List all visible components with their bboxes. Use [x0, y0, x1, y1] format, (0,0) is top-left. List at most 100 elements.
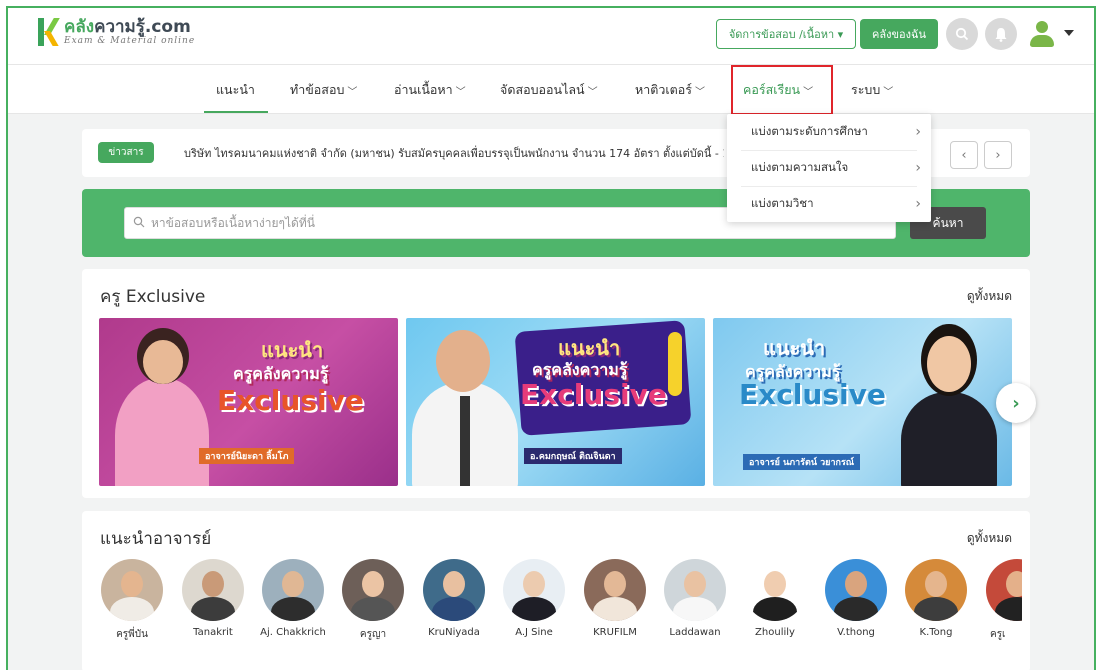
- teacher-card[interactable]: Laddawan: [662, 559, 728, 638]
- dropdown-item-by-subject[interactable]: แบ่งตามวิชา ›: [727, 186, 931, 222]
- teacher-card[interactable]: V.thong: [823, 559, 889, 638]
- banner-teacher-name: อาจารย์นิยะดา ลิ้มโภ: [199, 448, 295, 464]
- dropdown-item-by-interest[interactable]: แบ่งตามความสนใจ ›: [727, 150, 931, 186]
- exclusive-banner-2[interactable]: แนะนำ ครูคลังความรู้ Exclusive อ.คมกฤษณ์…: [406, 318, 705, 486]
- nav-label: จัดสอบออนไลน์: [500, 82, 585, 97]
- manage-exam-content-button[interactable]: จัดการข้อสอบ /เนื้อหา ▾: [716, 19, 856, 49]
- teacher-name: K.Tong: [919, 627, 953, 638]
- nav-item-find-tutor[interactable]: หาติวเตอร์ ﹀: [635, 65, 705, 115]
- exclusive-banner-1[interactable]: แนะนำ ครูคลังความรู้ Exclusive อาจารย์นิ…: [99, 318, 398, 486]
- teacher-card[interactable]: A.J Sine: [501, 559, 567, 638]
- teacher-name: Tanakrit: [193, 627, 233, 638]
- courses-dropdown-menu: แบ่งตามระดับการศึกษา › แบ่งตามความสนใจ › แ…: [727, 114, 931, 222]
- teacher-card[interactable]: ครูเ: [982, 559, 1022, 642]
- app-frame: คลังความรู้.com Exam & Material online จ…: [6, 6, 1096, 670]
- dropdown-item-by-education-level[interactable]: แบ่งตามระดับการศึกษา ›: [727, 114, 931, 150]
- chevron-right-icon: ›: [915, 160, 921, 176]
- nav-label: อ่านเนื้อหา: [394, 82, 453, 97]
- teacher-name: Laddawan: [669, 627, 721, 638]
- logo-tagline: Exam & Material online: [64, 36, 196, 46]
- teacher-card[interactable]: KruNiyada: [421, 559, 487, 638]
- user-menu-caret-icon[interactable]: [1064, 30, 1074, 36]
- teacher-avatar: [503, 559, 565, 621]
- teacher-avatar: [905, 559, 967, 621]
- my-store-button[interactable]: คลังของฉัน: [860, 19, 938, 49]
- teacher-name: A.J Sine: [515, 627, 553, 638]
- chevron-down-icon: ﹀: [347, 86, 358, 98]
- chevron-right-icon: ›: [915, 124, 921, 140]
- banner-line3: Exclusive: [217, 384, 364, 417]
- news-headline[interactable]: บริษัท ไทรคมนาคมแห่งชาติ จำกัด (มหาชน) ร…: [184, 129, 724, 177]
- teacher-card[interactable]: ครูญา: [340, 559, 406, 642]
- teacher-avatar: [262, 559, 324, 621]
- see-all-link[interactable]: ดูทั้งหมด: [967, 287, 1012, 306]
- carousel-next-button[interactable]: ›: [996, 383, 1036, 423]
- teacher-card[interactable]: Aj. Chakkrich: [260, 559, 326, 638]
- site-logo[interactable]: คลังความรู้.com Exam & Material online: [38, 18, 195, 46]
- teacher-card[interactable]: K.Tong: [903, 559, 969, 638]
- logo-accent-text: คลัง: [64, 17, 95, 37]
- section-title: แนะนำอาจารย์: [100, 529, 212, 549]
- teacher-avatar: [584, 559, 646, 621]
- teacher-photo: [115, 378, 209, 486]
- dropdown-item-label: แบ่งตามระดับการศึกษา: [751, 124, 868, 138]
- nav-label: แนะนำ: [216, 82, 255, 97]
- nav-item-recommend[interactable]: แนะนำ: [216, 65, 255, 115]
- news-badge: ข่าวสาร: [98, 142, 154, 163]
- news-prev-button[interactable]: ‹: [950, 141, 978, 169]
- chevron-down-icon: ﹀: [883, 86, 894, 98]
- teacher-name: Zhoulily: [755, 627, 795, 638]
- teacher-name: V.thong: [837, 627, 875, 638]
- search-placeholder: หาข้อสอบหรือเนื้อหาง่ายๆได้ที่นี่: [151, 215, 315, 230]
- nav-item-online-exam[interactable]: จัดสอบออนไลน์ ﹀: [500, 65, 598, 115]
- teacher-avatar: [664, 559, 726, 621]
- nav-label: ระบบ: [851, 82, 881, 97]
- teacher-avatar: [182, 559, 244, 621]
- banner-line3: Exclusive: [739, 378, 886, 411]
- news-next-button[interactable]: ›: [984, 141, 1012, 169]
- courses-highlight-box: [731, 65, 833, 115]
- exclusive-banner-3[interactable]: แนะนำ ครูคลังความรู้ Exclusive อาจารย์ น…: [713, 318, 1012, 486]
- banner-line3: Exclusive: [520, 378, 667, 411]
- teacher-name: ครูเ: [990, 629, 1006, 640]
- search-icon[interactable]: [946, 18, 978, 50]
- teacher-name: KRUFILM: [593, 627, 637, 638]
- teacher-card[interactable]: ครูพี่บัน: [99, 559, 165, 642]
- logo-main-text: ความรู้.com: [94, 17, 191, 37]
- logo-k-icon: [38, 18, 60, 46]
- nav-active-indicator: [204, 111, 268, 113]
- exclusive-section: ครู Exclusive ดูทั้งหมด แนะนำ ครูคลังควา…: [82, 269, 1036, 498]
- user-avatar-icon[interactable]: [1026, 18, 1058, 50]
- teacher-avatar: [825, 559, 887, 621]
- teacher-card[interactable]: Zhoulily: [742, 559, 808, 638]
- teacher-name: ครูญา: [359, 629, 387, 640]
- teacher-avatar: [423, 559, 485, 621]
- dropdown-item-label: แบ่งตามความสนใจ: [751, 160, 849, 174]
- chevron-down-icon: ﹀: [455, 86, 466, 98]
- top-bar: คลังความรู้.com Exam & Material online จ…: [8, 8, 1094, 64]
- teacher-avatar: [101, 559, 163, 621]
- dropdown-item-label: แบ่งตามวิชา: [751, 196, 814, 210]
- teacher-name: KruNiyada: [428, 627, 480, 638]
- section-title: ครู Exclusive: [100, 287, 206, 307]
- teachers-section: แนะนำอาจารย์ ดูทั้งหมด ครูพี่บัน Tanakri…: [82, 511, 1030, 670]
- see-all-link[interactable]: ดูทั้งหมด: [967, 529, 1012, 548]
- chevron-right-icon: ›: [915, 196, 921, 212]
- banner-teacher-name: อ.คมกฤษณ์ ติณจินดา: [524, 448, 622, 464]
- teacher-card[interactable]: Tanakrit: [180, 559, 246, 638]
- bell-icon[interactable]: [985, 18, 1017, 50]
- nav-item-system[interactable]: ระบบ ﹀: [851, 65, 893, 115]
- teacher-name: Aj. Chakkrich: [260, 627, 326, 638]
- search-icon: [133, 216, 145, 228]
- teacher-avatar: [744, 559, 806, 621]
- main-nav: แนะนำ ทำข้อสอบ ﹀ อ่านเนื้อหา ﹀ จัดสอบออนไล…: [8, 64, 1094, 114]
- nav-item-read-content[interactable]: อ่านเนื้อหา ﹀: [394, 65, 466, 115]
- nav-label: ทำข้อสอบ: [290, 82, 345, 97]
- teacher-avatar: [986, 559, 1022, 621]
- nav-item-take-exam[interactable]: ทำข้อสอบ ﹀: [290, 65, 357, 115]
- banner-teacher-name: อาจารย์ นภารัตน์ วยากรณ์: [743, 454, 861, 470]
- teacher-avatar: [342, 559, 404, 621]
- chevron-down-icon: ﹀: [695, 86, 706, 98]
- chevron-down-icon: ﹀: [587, 86, 598, 98]
- teacher-card[interactable]: KRUFILM: [582, 559, 648, 638]
